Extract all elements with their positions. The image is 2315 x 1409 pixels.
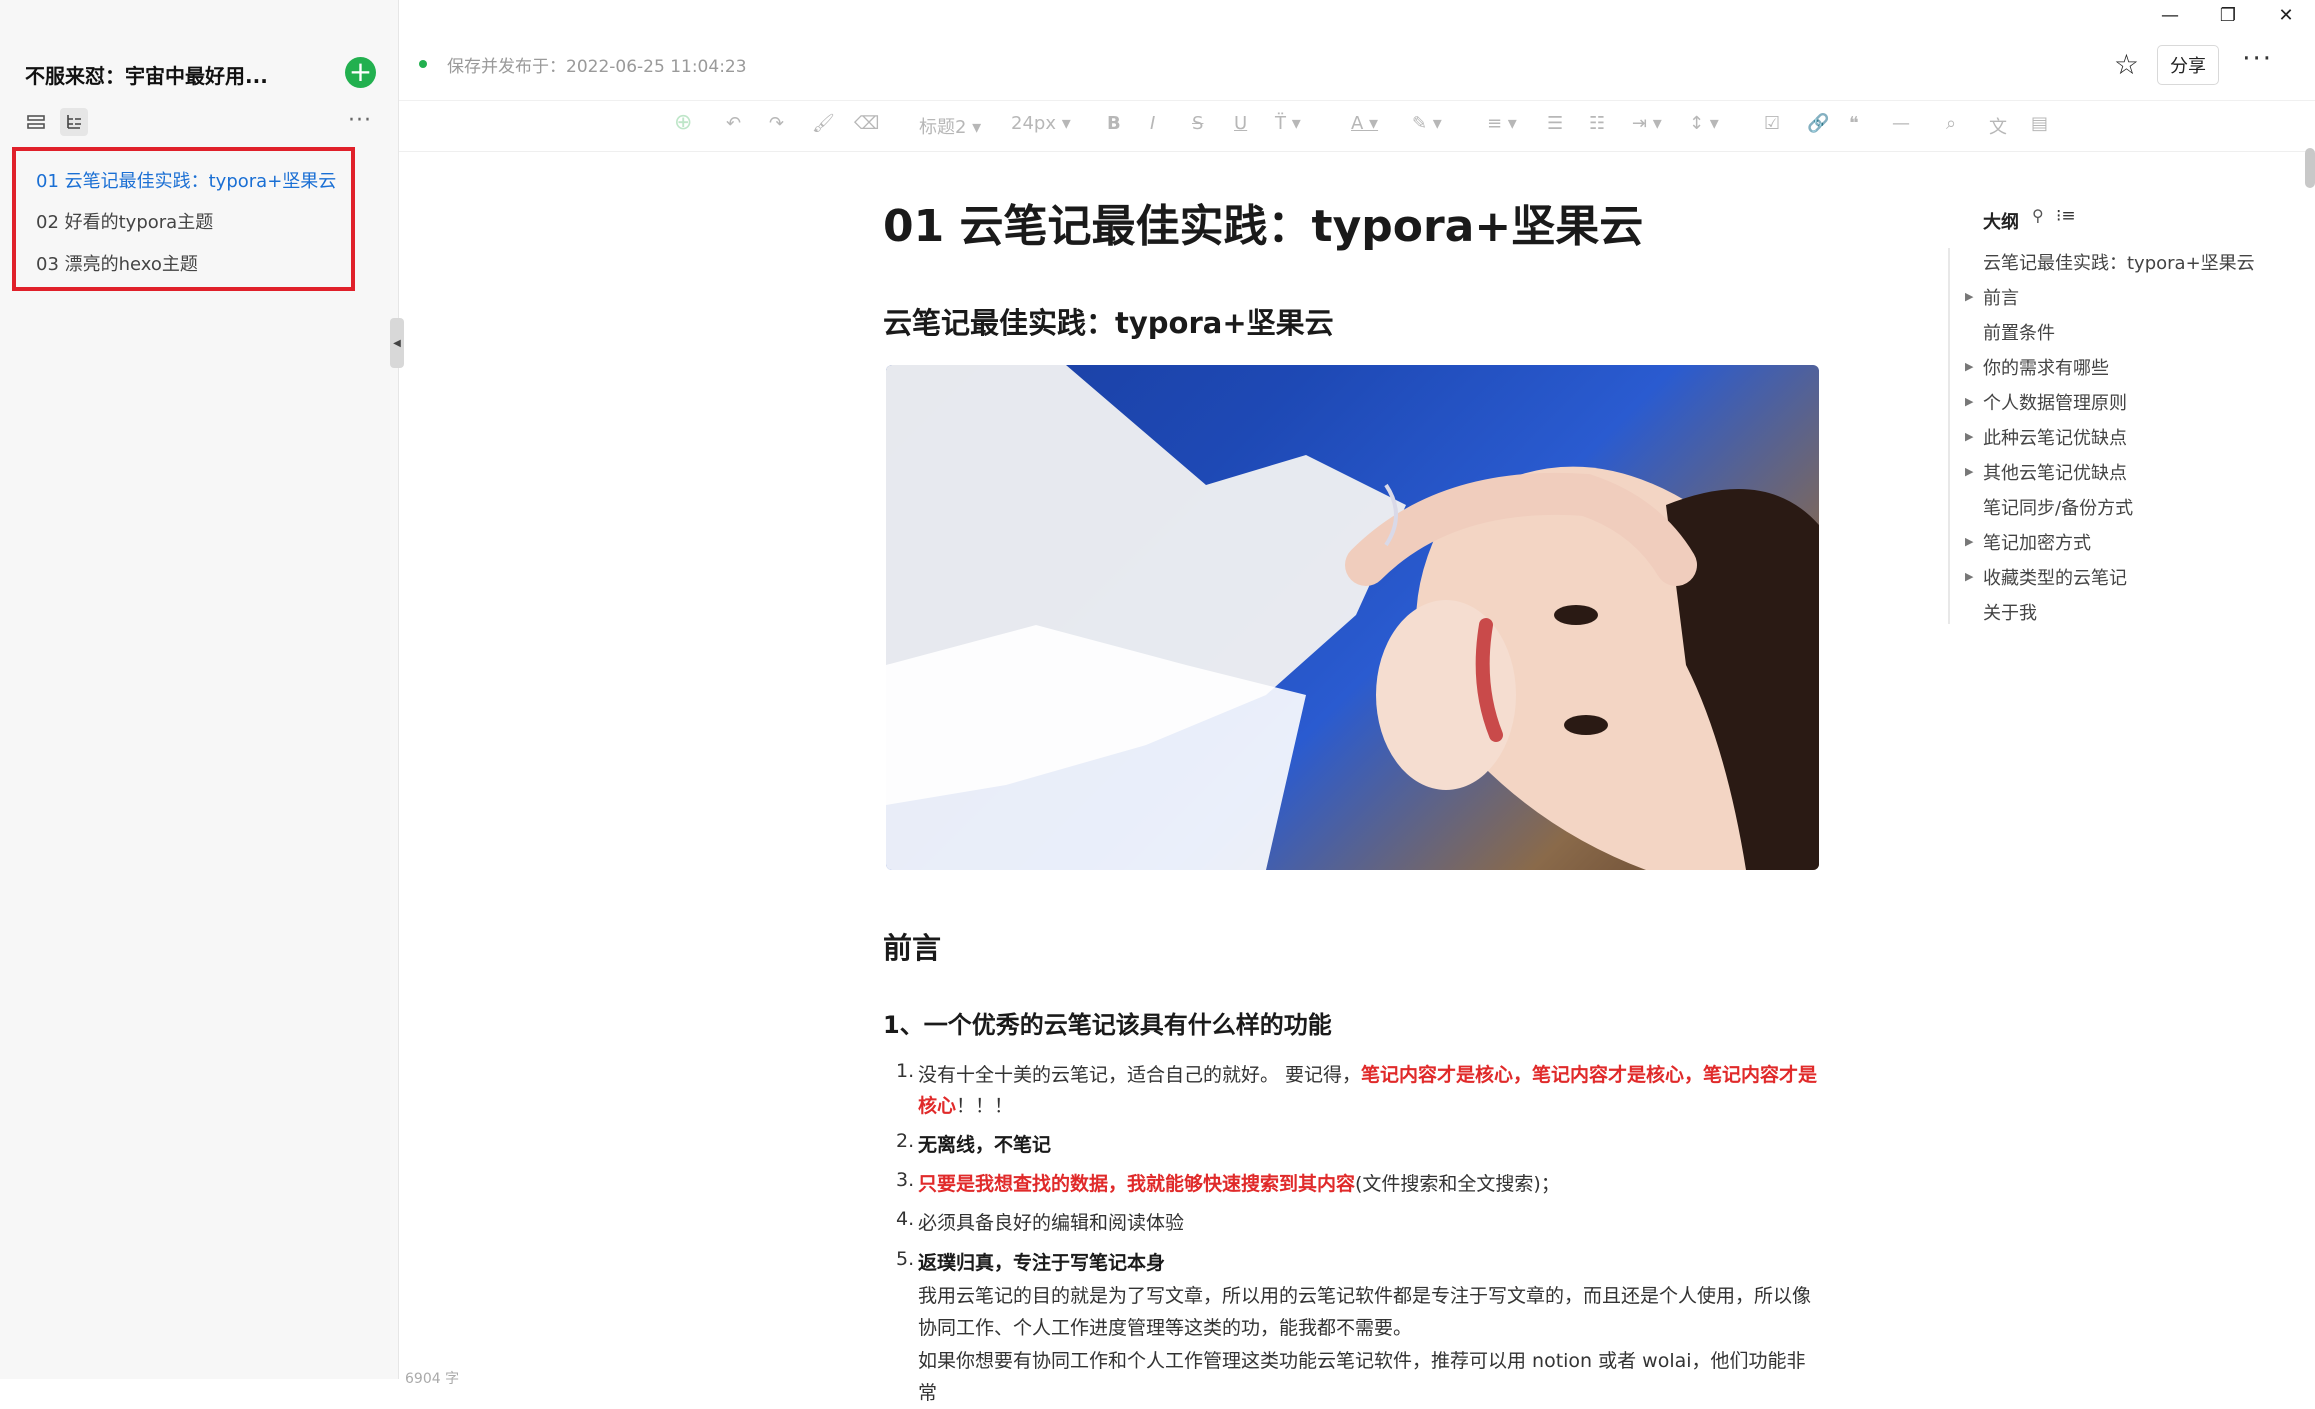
outline-list-icon[interactable]: ⁝≡ (2056, 206, 2076, 226)
outline-item[interactable]: 前言 (1983, 284, 2019, 310)
list-item-pre: 没有十全十美的云笔记，适合自己的就好。 要记得， (918, 1064, 1362, 1086)
outline-item[interactable]: 笔记同步/备份方式 (1983, 494, 2133, 520)
list-number: 1. (896, 1060, 915, 1082)
sidebar-collapse-handle[interactable]: ◀ (390, 318, 404, 368)
outline-item[interactable]: 关于我 (1983, 599, 2037, 625)
doc-item-typora-jianguoyun[interactable]: 01 云笔记最佳实践：typora+坚果云 (36, 167, 336, 193)
caret-right-icon[interactable]: ▶ (1965, 570, 1973, 583)
list-item-bold: 无离线，不笔记 (918, 1134, 1052, 1156)
close-button[interactable]: ✕ (2257, 0, 2315, 30)
divider-icon[interactable]: — (1892, 113, 1910, 134)
heading-preface: 前言 (883, 931, 942, 965)
outline-item[interactable]: 云笔记最佳实践：typora+坚果云 (1983, 249, 2255, 275)
heading-select-value: 标题2 (919, 117, 967, 138)
list-view-icon[interactable] (22, 108, 50, 136)
outline-title: 大纲 (1983, 212, 2019, 233)
save-status-dot (419, 60, 427, 68)
cover-photo (886, 365, 1819, 870)
photo-illustration (886, 365, 1819, 870)
word-count: 6904 字 (405, 1371, 460, 1387)
document-title[interactable]: 01 云笔记最佳实践：typora+坚果云 (883, 190, 1643, 254)
document-info-icon[interactable]: ▤ (2031, 113, 2048, 134)
outline-item[interactable]: 收藏类型的云笔记 (1983, 564, 2127, 590)
outline-item[interactable]: 个人数据管理原则 (1983, 389, 2127, 415)
knowledge-base-title[interactable]: 不服来怼：宇宙中最好用... (25, 60, 268, 89)
caret-right-icon[interactable]: ▶ (1965, 395, 1973, 408)
superscript-icon[interactable]: T̈ ▾ (1275, 113, 1301, 134)
star-icon[interactable]: ☆ (2114, 48, 2139, 81)
strikethrough-icon[interactable]: S (1192, 113, 1203, 134)
window-controls: — ❐ ✕ (2141, 0, 2315, 30)
pin-icon[interactable]: ⚲ (2032, 206, 2044, 225)
search-replace-icon[interactable]: ⌕ (1946, 113, 1956, 134)
list-item-post: ！！！ (956, 1095, 1014, 1117)
editor-scrollbar[interactable] (2305, 148, 2315, 188)
more-options-icon[interactable]: ··· (2242, 44, 2273, 74)
format-painter-icon[interactable]: 🖌 (812, 113, 835, 134)
paragraph: 我用云笔记的目的就是为了写文章，所以用的云笔记软件都是专注于写文章的，而且还是个… (918, 1285, 1812, 1339)
list-item-red: 只要是我想查找的数据，我就能够快速搜索到其内容 (918, 1173, 1356, 1195)
paragraph: 如果你想要有协同工作和个人工作管理这类功能云笔记软件，推荐可以用 notion … (918, 1350, 1806, 1404)
doc-item-typora-themes[interactable]: 02 好看的typora主题 (36, 208, 213, 234)
indent-icon[interactable]: ⇥ ▾ (1632, 113, 1662, 134)
list-number: 2. (896, 1130, 915, 1152)
bullet-list-icon[interactable]: ☰ (1547, 113, 1563, 134)
list-item-text: 必须具备良好的编辑和阅读体验 (918, 1212, 1185, 1234)
sidebar-more-icon[interactable]: ··· (348, 108, 372, 133)
outline-item[interactable]: 笔记加密方式 (1983, 529, 2091, 555)
list-number: 4. (896, 1208, 915, 1230)
caret-right-icon[interactable]: ▶ (1965, 535, 1973, 548)
bold-icon[interactable]: B (1107, 113, 1121, 134)
share-button[interactable]: 分享 (2157, 45, 2219, 85)
caret-right-icon[interactable]: ▶ (1965, 430, 1973, 443)
line-height-icon[interactable]: ↕ ▾ (1689, 113, 1719, 134)
save-status: 保存并发布于：2022-06-25 11:04:23 (447, 57, 747, 77)
caret-right-icon[interactable]: ▶ (1965, 465, 1973, 478)
editor-header: 保存并发布于：2022-06-25 11:04:23 ☆ 分享 ··· (399, 30, 2315, 100)
font-color-icon[interactable]: A ▾ (1351, 113, 1378, 134)
outline-item[interactable]: 此种云笔记优缺点 (1983, 424, 2127, 450)
list-item-post: (文件搜索和全文搜索)； (1355, 1173, 1560, 1195)
doc-item-hexo-themes[interactable]: 03 漂亮的hexo主题 (36, 250, 198, 276)
add-document-button[interactable]: + (345, 57, 376, 88)
undo-icon[interactable]: ↶ (726, 113, 741, 134)
outline-item[interactable]: 前置条件 (1983, 319, 2055, 345)
task-list-icon[interactable]: ☑ (1764, 113, 1780, 134)
outline-item[interactable]: 其他云笔记优缺点 (1983, 459, 2127, 485)
list-number: 5. (896, 1248, 915, 1270)
list-item-text: 没有十全十美的云笔记，适合自己的就好。 要记得，笔记内容才是核心，笔记内容才是核… (918, 1060, 1818, 1122)
heading-select[interactable]: 标题2 ▾ (919, 113, 981, 139)
font-size-select[interactable]: 24px ▾ (1011, 113, 1071, 134)
caret-right-icon[interactable]: ▶ (1965, 360, 1973, 373)
quote-icon[interactable]: ❝ (1849, 113, 1859, 134)
translate-icon[interactable]: 文 (1989, 113, 2007, 139)
sidebar: 不服来怼：宇宙中最好用... + ··· 01 云笔记最佳实践：typora+坚… (0, 0, 399, 1379)
caret-right-icon[interactable]: ▶ (1965, 290, 1973, 303)
font-size-value: 24px (1011, 113, 1056, 134)
list-item-bold: 返璞归真，专注于写笔记本身 (918, 1252, 1166, 1274)
underline-icon[interactable]: U (1234, 113, 1247, 134)
list-item-text: 只要是我想查找的数据，我就能够快速搜索到其内容(文件搜索和全文搜索)； (918, 1169, 1818, 1200)
outline-item[interactable]: 你的需求有哪些 (1983, 354, 2109, 380)
clear-format-icon[interactable]: ⌫ (854, 113, 879, 134)
minimize-button[interactable]: — (2141, 0, 2199, 30)
numbered-list-icon[interactable]: ☷ (1589, 113, 1605, 134)
redo-icon[interactable]: ↷ (769, 113, 784, 134)
highlight-color-icon[interactable]: ✎ ▾ (1412, 113, 1442, 134)
align-icon[interactable]: ≡ ▾ (1487, 113, 1517, 134)
formatting-toolbar: ⊕ ↶ ↷ 🖌 ⌫ 标题2 ▾ 24px ▾ B I S U T̈ ▾ A ▾ … (399, 100, 2315, 152)
outline-guide-line (1948, 248, 1950, 624)
insert-icon[interactable]: ⊕ (674, 110, 692, 135)
list-number: 3. (896, 1169, 915, 1191)
link-icon[interactable]: 🔗 (1807, 113, 1829, 134)
restore-button[interactable]: ❐ (2199, 0, 2257, 30)
heading-question-1: 1、一个优秀的云笔记该具有什么样的功能 (883, 1011, 1332, 1039)
heading-main: 云笔记最佳实践：typora+坚果云 (883, 306, 1334, 340)
italic-icon[interactable]: I (1150, 113, 1155, 134)
tree-view-icon[interactable] (60, 108, 88, 136)
